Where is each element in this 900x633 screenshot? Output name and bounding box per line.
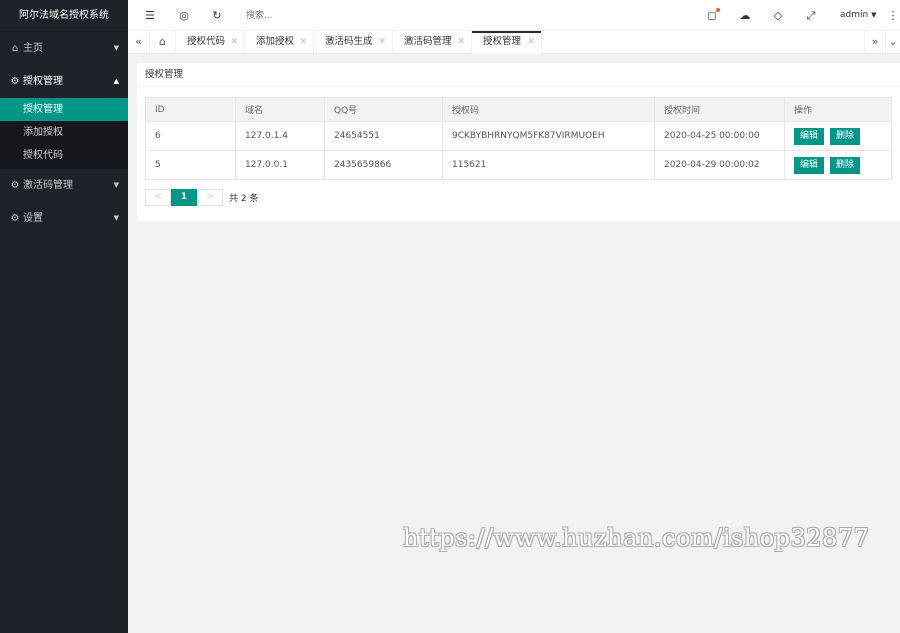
top-header: ☰ ◎ ↻ ◻ ☁ ◇ ⤢ admin ▼ ⋮	[128, 0, 900, 31]
cell-time: 2020-04-25 00:00:00	[654, 121, 785, 151]
pagination: < 1 > 共 2 条	[145, 188, 258, 207]
settings-icon: ⚙	[10, 213, 20, 224]
cell-qq: 2435659866	[324, 150, 443, 180]
chevron-down-icon: ▼	[113, 214, 119, 222]
cell-actions: 编辑 删除	[784, 121, 892, 151]
tab-home-icon[interactable]: ⌂	[150, 31, 176, 54]
table-row: 6 127.0.1.4 24654551 9CKBYBHRNYQM5FK87VI…	[145, 121, 892, 151]
sidebar-item-settings[interactable]: ⚙ 设置 ▼	[0, 202, 128, 235]
prev-page-button[interactable]: <	[145, 189, 171, 206]
cell-qq: 24654551	[324, 121, 443, 151]
menu-toggle-icon[interactable]: ☰	[140, 0, 160, 31]
close-icon[interactable]: ✕	[457, 31, 465, 53]
sidebar-subnav: 授权管理 添加授权 授权代码	[0, 98, 128, 169]
chevron-down-icon: ▼	[113, 44, 119, 52]
content-card: 授权管理 ID 域名 QQ号 授权码 授权时间 操作 6 127.0.1.4 2…	[137, 63, 900, 221]
close-icon[interactable]: ✕	[527, 31, 535, 53]
auth-table: ID 域名 QQ号 授权码 授权时间 操作 6 127.0.1.4 246545…	[145, 97, 892, 180]
cell-code: 115621	[442, 150, 655, 180]
refresh-icon[interactable]: ↻	[207, 0, 227, 31]
tab-label: 激活码生成	[325, 36, 373, 47]
tab-label: 添加授权	[256, 36, 295, 47]
notification-dot	[716, 8, 720, 12]
sidebar-item-label: 激活码管理	[23, 180, 73, 191]
tab-label: 激活码管理	[404, 36, 452, 47]
edit-button[interactable]: 编辑	[794, 156, 825, 174]
column-header: 授权时间	[654, 97, 785, 122]
tab-auth-code[interactable]: 授权代码 ✕	[176, 31, 245, 54]
gear-icon: ⚙	[10, 76, 20, 87]
column-header: ID	[145, 97, 236, 122]
user-name: admin	[840, 10, 869, 20]
watermark-text: https://www.huzhan.com/ishop32877	[403, 524, 870, 552]
sidebar-subitem-add-auth[interactable]: 添加授权	[0, 121, 128, 144]
column-header: 域名	[235, 97, 325, 122]
cell-code: 9CKBYBHRNYQM5FK87VIRMUOEH	[442, 121, 655, 151]
table-header-row: ID 域名 QQ号 授权码 授权时间 操作	[145, 97, 892, 122]
cell-id: 6	[145, 121, 236, 151]
tab-activation-generate[interactable]: 激活码生成 ✕	[314, 31, 393, 54]
sidebar-item-auth-management[interactable]: ⚙ 授权管理 ▲	[0, 65, 128, 98]
tab-add-auth[interactable]: 添加授权 ✕	[245, 31, 314, 54]
chevron-up-icon: ▲	[113, 77, 119, 85]
tabs-scroll-left-icon[interactable]: «	[128, 31, 150, 54]
table-row: 5 127.0.0.1 2435659866 115621 2020-04-29…	[145, 150, 892, 180]
column-header: QQ号	[324, 97, 443, 122]
tab-label: 授权管理	[483, 36, 522, 47]
tab-label: 授权代码	[187, 36, 226, 47]
fullscreen-icon[interactable]: ⤢	[801, 0, 821, 31]
tabs-scroll-right-icon[interactable]: »	[864, 31, 886, 54]
cell-id: 5	[145, 150, 236, 180]
close-icon[interactable]: ✕	[230, 31, 238, 53]
website-icon[interactable]: ◎	[174, 0, 194, 31]
cell-domain: 127.0.0.1	[235, 150, 325, 180]
sidebar-subitem-auth-code[interactable]: 授权代码	[0, 144, 128, 167]
column-header: 授权码	[442, 97, 655, 122]
sidebar: 阿尔法域名授权系统 ⌂ 主页 ▼ ⚙ 授权管理 ▲ 授权管理 添加授权 授权代码 ⚙…	[0, 0, 128, 633]
sidebar-subitem-auth-management[interactable]: 授权管理	[0, 98, 128, 121]
sidebar-item-home[interactable]: ⌂ 主页 ▼	[0, 32, 128, 65]
gear-icon: ⚙	[10, 180, 20, 191]
column-header: 操作	[784, 97, 892, 122]
notification-icon[interactable]: ◻	[702, 0, 722, 31]
card-title: 授权管理	[137, 63, 900, 87]
cell-time: 2020-04-29 00:00:02	[654, 150, 785, 180]
close-icon[interactable]: ✕	[299, 31, 307, 53]
tab-auth-management[interactable]: 授权管理 ✕	[472, 31, 542, 54]
cell-domain: 127.0.1.4	[235, 121, 325, 151]
more-icon[interactable]: ⋮	[883, 0, 900, 31]
delete-button[interactable]: 删除	[830, 127, 861, 145]
page-1-button[interactable]: 1	[171, 189, 197, 206]
app-logo-title: 阿尔法域名授权系统	[0, 0, 128, 32]
tab-activation-management[interactable]: 激活码管理 ✕	[393, 31, 472, 54]
total-count: 共 2 条	[229, 194, 259, 204]
user-menu[interactable]: admin ▼	[840, 0, 876, 31]
close-icon[interactable]: ✕	[378, 31, 386, 53]
cell-actions: 编辑 删除	[784, 150, 892, 180]
tag-icon[interactable]: ◇	[768, 0, 788, 31]
chevron-down-icon: ▼	[113, 181, 119, 189]
sidebar-item-label: 授权管理	[23, 76, 63, 87]
sidebar-item-label: 设置	[23, 213, 43, 224]
tabs-bar: « ⌂ 授权代码 ✕ 添加授权 ✕ 激活码生成 ✕ 激活码管理 ✕ 授权管理 ✕ » ⌄	[128, 31, 900, 54]
delete-button[interactable]: 删除	[830, 156, 861, 174]
home-icon: ⌂	[11, 43, 19, 54]
theme-icon[interactable]: ☁	[735, 0, 755, 31]
sidebar-item-activation-code[interactable]: ⚙ 激活码管理 ▼	[0, 169, 128, 202]
edit-button[interactable]: 编辑	[794, 127, 825, 145]
chevron-down-icon: ▼	[871, 11, 877, 19]
next-page-button[interactable]: >	[197, 189, 223, 206]
search-input[interactable]	[246, 6, 386, 25]
tabs-menu-chevron-icon[interactable]: ⌄	[886, 31, 900, 54]
sidebar-item-label: 主页	[23, 43, 43, 54]
